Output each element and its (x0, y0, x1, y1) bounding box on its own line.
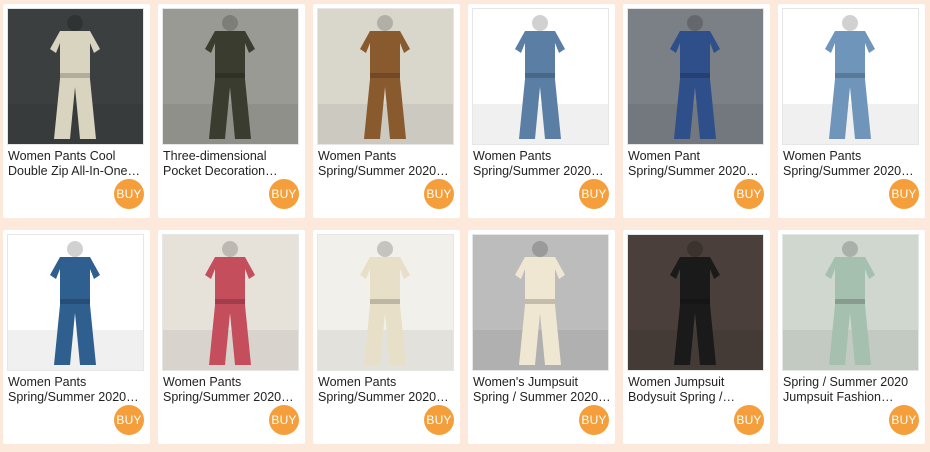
product-title[interactable]: Women Pants Spring/Summer 2020 Jumpsuit (8, 375, 146, 405)
product-card[interactable]: Three-dimensional Pocket Decoration Jump… (158, 4, 305, 218)
product-card[interactable]: Women Pants Spring/Summer 2020 JumpsuitB… (778, 4, 925, 218)
product-image[interactable] (627, 8, 764, 145)
product-card[interactable]: Women's Jumpsuit Spring / Summer 2020 Ju… (468, 230, 615, 444)
product-card[interactable]: Women Pants Cool Double Zip All-In-One J… (3, 4, 150, 218)
product-image[interactable] (472, 234, 609, 371)
product-card[interactable]: Spring / Summer 2020 Jumpsuit Fashion Wo… (778, 230, 925, 444)
product-photo-art (318, 235, 453, 370)
product-photo-art (163, 9, 298, 144)
product-image[interactable] (627, 234, 764, 371)
buy-button[interactable]: BUY (269, 179, 299, 209)
buy-button[interactable]: BUY (889, 179, 919, 209)
product-photo-art (628, 9, 763, 144)
product-card[interactable]: Women Pants Spring/Summer 2020 JumpsuitB… (468, 4, 615, 218)
product-photo-art (318, 9, 453, 144)
product-title[interactable]: Women Pants Spring/Summer 2020 Jumpsuit (163, 375, 301, 405)
product-title[interactable]: Three-dimensional Pocket Decoration Jump… (163, 149, 301, 179)
buy-button[interactable]: BUY (114, 179, 144, 209)
product-card[interactable]: Women Pant Spring/Summer 2020 JumpsuitBU… (623, 4, 770, 218)
product-photo-art (473, 9, 608, 144)
product-title[interactable]: Women Pants Spring/Summer 2020 Jumpsuit (473, 149, 611, 179)
product-title[interactable]: Women Pants Spring/Summer 2020 Jumpsuit (318, 375, 456, 405)
product-image[interactable] (317, 234, 454, 371)
product-title[interactable]: Women Jumpsuit Bodysuit Spring / Summer … (628, 375, 766, 405)
product-title[interactable]: Spring / Summer 2020 Jumpsuit Fashion Wo… (783, 375, 921, 405)
product-card[interactable]: Women Jumpsuit Bodysuit Spring / Summer … (623, 230, 770, 444)
buy-button[interactable]: BUY (734, 405, 764, 435)
product-image[interactable] (782, 8, 919, 145)
product-title[interactable]: Women Pants Spring/Summer 2020 Jumpsuit (783, 149, 921, 179)
product-grid: Women Pants Cool Double Zip All-In-One J… (0, 0, 930, 452)
product-image[interactable] (782, 234, 919, 371)
product-title[interactable]: Women Pant Spring/Summer 2020 Jumpsuit (628, 149, 766, 179)
product-image[interactable] (472, 8, 609, 145)
product-title[interactable]: Women Pants Spring/Summer 2020 Jumpsuit (318, 149, 456, 179)
product-title[interactable]: Women's Jumpsuit Spring / Summer 2020 Ju… (473, 375, 611, 405)
product-photo-art (628, 235, 763, 370)
buy-button[interactable]: BUY (889, 405, 919, 435)
product-image[interactable] (7, 8, 144, 145)
product-card[interactable]: Women Pants Spring/Summer 2020 JumpsuitB… (158, 230, 305, 444)
buy-button[interactable]: BUY (114, 405, 144, 435)
product-card[interactable]: Women Pants Spring/Summer 2020 JumpsuitB… (313, 230, 460, 444)
buy-button[interactable]: BUY (269, 405, 299, 435)
product-photo-art (783, 9, 918, 144)
product-card[interactable]: Women Pants Spring/Summer 2020 JumpsuitB… (3, 230, 150, 444)
product-photo-art (473, 235, 608, 370)
buy-button[interactable]: BUY (424, 405, 454, 435)
product-image[interactable] (162, 234, 299, 371)
product-image[interactable] (162, 8, 299, 145)
buy-button[interactable]: BUY (424, 179, 454, 209)
product-photo-art (8, 9, 143, 144)
buy-button[interactable]: BUY (734, 179, 764, 209)
product-photo-art (163, 235, 298, 370)
product-image[interactable] (317, 8, 454, 145)
product-photo-art (8, 235, 143, 370)
product-card[interactable]: Women Pants Spring/Summer 2020 JumpsuitB… (313, 4, 460, 218)
product-title[interactable]: Women Pants Cool Double Zip All-In-One J… (8, 149, 146, 179)
buy-button[interactable]: BUY (579, 179, 609, 209)
buy-button[interactable]: BUY (579, 405, 609, 435)
product-photo-art (783, 235, 918, 370)
product-image[interactable] (7, 234, 144, 371)
